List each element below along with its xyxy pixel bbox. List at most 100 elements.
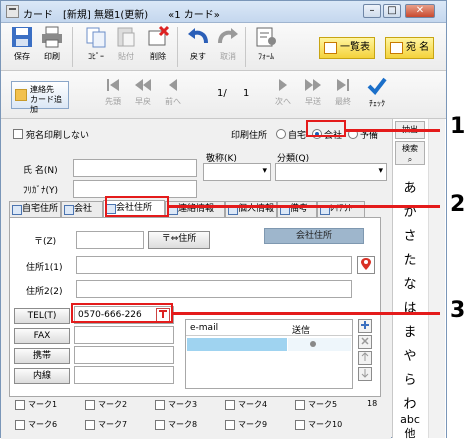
send-row-selected[interactable] [288,338,351,351]
copy-icon [86,27,106,48]
email-move-up-button[interactable] [358,351,372,365]
no-print-checkbox[interactable] [13,129,23,139]
extension-button[interactable]: 内線 [14,368,70,384]
category-select[interactable] [275,163,387,181]
mark-checkbox-4[interactable]: マーク4 [225,399,267,410]
email-list[interactable]: e-mail 送信 [185,319,353,389]
search-button[interactable]: 検索 ⌕ [395,141,425,165]
add-contact-line2: カード追加 [30,95,62,114]
mark-checkbox-3[interactable]: マーク3 [155,399,197,410]
callout-line-1 [346,129,440,132]
copy-label: ｺﾋﾟｰ [88,52,104,61]
redo-button[interactable]: 取消 [213,25,243,62]
mobile-button[interactable]: 携帯 [14,348,70,364]
kana-index-a[interactable]: あ [393,177,427,196]
kana-index-ra[interactable]: ら [393,369,427,388]
kana-index-ta[interactable]: た [393,249,427,268]
prev-record-button[interactable]: 前へ [159,77,187,107]
kana-index-sa[interactable]: さ [393,225,427,244]
tel-button[interactable]: TEL(T) [14,308,70,324]
save-label: 保存 [14,52,30,61]
skip-first-icon [107,79,119,91]
print-button[interactable]: 印刷 [37,25,67,62]
prev-label: 前へ [165,97,181,106]
list-view-button[interactable]: 一覧表 [319,37,375,59]
window-title: カード [新規] 無題1(更新) «1 カード» [23,10,220,21]
redo-label: 取消 [220,52,236,61]
sidebar-scrollbar[interactable] [428,119,445,438]
card-form: 宛名印刷しない 印刷住所 自宅 会社 予備 敬称(K) 分類(Q) 氏 名(N)… [1,119,391,439]
tab-company[interactable]: 会社 [61,201,103,217]
zip-input[interactable] [76,231,144,249]
form-button[interactable]: ﾌｫｰﾑ [251,25,281,62]
email-delete-button[interactable] [358,335,372,349]
tab-personal-info[interactable]: 個人情報 [225,201,277,217]
address2-label: 住所2(2) [26,287,63,297]
atena-button[interactable]: 宛 名 [385,37,435,59]
delete-button[interactable]: 削除 [143,25,173,62]
address1-input[interactable] [76,256,352,274]
send-column-header: 送信 [292,326,311,336]
title-select[interactable] [203,163,271,181]
email-move-down-button[interactable] [358,367,372,381]
email-row-selected[interactable] [187,338,287,351]
fast-forward-button[interactable]: 早送 [299,77,327,107]
copy-button[interactable]: ｺﾋﾟｰ [81,25,111,62]
map-pin-button[interactable] [357,256,375,274]
company-address-button[interactable]: 会社住所 [264,228,364,244]
close-button[interactable]: ✕ [405,4,435,18]
last-label: 最終 [335,97,351,106]
printer-icon [42,26,62,48]
mark-checkbox-1[interactable]: マーク1 [15,399,57,410]
paste-button[interactable]: 貼付 [111,25,141,62]
fax-button[interactable]: FAX [14,328,70,344]
tab-layout[interactable]: ﾚｲｱｳﾄ [317,201,365,217]
fast-back-button[interactable]: 早戻 [129,77,157,107]
mark-checkbox-8[interactable]: マーク8 [155,419,197,430]
maximize-button[interactable]: □ [383,4,401,18]
kana-index-ya[interactable]: や [393,345,427,364]
tab-home-address[interactable]: 自宅住所 [9,201,61,217]
undo-button[interactable]: 戻す [183,25,213,62]
check-button[interactable]: ﾁｪｯｸ [363,77,391,109]
rewind-icon [135,79,151,91]
add-contact-card-button[interactable]: 連絡先 カード追加 [11,81,69,114]
toolbar-separator [177,27,178,67]
undo-label: 戻す [190,52,206,61]
mark-checkbox-10[interactable]: マーク10 [295,419,342,430]
tab-notes[interactable]: 備考 [277,201,317,217]
address1-label: 住所1(1) [26,263,63,273]
zip-address-convert-button[interactable]: 〒⇔住所 [148,231,210,249]
kana-index-ma[interactable]: ま [393,321,427,340]
fax-input[interactable] [74,326,174,344]
kana-index-other[interactable]: 他 [393,425,427,441]
kana-index-wa[interactable]: わ [393,393,427,412]
last-record-button[interactable]: 最終 [329,77,357,107]
zip-convert-label: 〒⇔住所 [161,234,197,244]
name-input[interactable] [73,159,197,177]
callout-number-1: 1 [450,114,466,139]
kana-index-na[interactable]: な [393,273,427,292]
tab-contact-info[interactable]: 連絡情報 [165,201,225,217]
extension-input[interactable] [74,366,174,384]
address2-input[interactable] [76,280,352,298]
paste-label: 貼付 [118,52,134,61]
total-pages: 1 [243,88,250,99]
minimize-button[interactable]: – [363,4,381,18]
mark-checkbox-7[interactable]: マーク7 [85,419,127,430]
mobile-input[interactable] [74,346,174,364]
next-record-button[interactable]: 次へ [269,77,297,107]
mark-checkbox-9[interactable]: マーク9 [225,419,267,430]
kana-index-ka[interactable]: か [393,201,427,220]
radio-home[interactable] [276,129,286,139]
prev-arrow-icon [169,79,177,91]
mark-checkbox-6[interactable]: マーク6 [15,419,57,430]
mark-checkbox-2[interactable]: マーク2 [85,399,127,410]
first-record-button[interactable]: 先頭 [99,77,127,107]
email-add-button[interactable] [358,319,372,333]
save-button[interactable]: 保存 [7,25,37,62]
mark-checkbox-5[interactable]: マーク5 [295,399,337,410]
form-label: ﾌｫｰﾑ [258,52,274,61]
toolbar-separator [245,27,246,67]
address-tabs: 自宅住所 会社 会社住所 連絡情報 個人情報 備考 ﾚｲｱｳﾄ [9,200,389,218]
